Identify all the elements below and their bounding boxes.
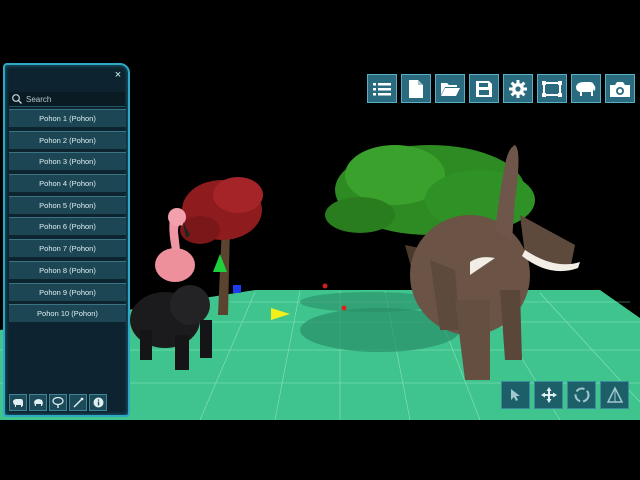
- list-item-pohon-6[interactable]: Pohon 6 (Pohon): [9, 217, 126, 237]
- fullscreen-icon[interactable]: [537, 74, 567, 103]
- list-item-pohon-1[interactable]: Pohon 1 (Pohon): [9, 109, 126, 128]
- wand-icon[interactable]: [69, 394, 87, 411]
- settings-icon[interactable]: [503, 74, 533, 103]
- object-list-panel: × Pohon 1 (Pohon) Pohon 2 (Pohon) Pohon …: [3, 63, 130, 417]
- scale-icon[interactable]: [600, 381, 629, 409]
- new-file-icon[interactable]: [401, 74, 431, 103]
- info-icon[interactable]: [89, 394, 107, 411]
- move-icon[interactable]: [534, 381, 563, 409]
- rotate-icon[interactable]: [567, 381, 596, 409]
- search-icon: [12, 94, 22, 104]
- select-cursor-icon[interactable]: [501, 381, 530, 409]
- list-item-pohon-9[interactable]: Pohon 9 (Pohon): [9, 282, 126, 302]
- save-icon[interactable]: [469, 74, 499, 103]
- list-item-pohon-5[interactable]: Pohon 5 (Pohon): [9, 195, 126, 215]
- list-item-pohon-4[interactable]: Pohon 4 (Pohon): [9, 174, 126, 194]
- main-toolbar: [367, 74, 635, 103]
- object-list: Pohon 1 (Pohon) Pohon 2 (Pohon) Pohon 3 …: [9, 109, 126, 326]
- search-bar[interactable]: [9, 92, 125, 107]
- panel-toolbar: [9, 394, 107, 411]
- animal-icon[interactable]: [571, 74, 601, 103]
- transform-mode-toolbar: [501, 381, 629, 409]
- open-folder-icon[interactable]: [435, 74, 465, 103]
- list-item-pohon-7[interactable]: Pohon 7 (Pohon): [9, 239, 126, 259]
- tree-icon[interactable]: [49, 394, 67, 411]
- list-item-pohon-3[interactable]: Pohon 3 (Pohon): [9, 152, 126, 172]
- animal-icon[interactable]: [29, 394, 47, 411]
- search-input[interactable]: [23, 94, 122, 104]
- close-icon[interactable]: ×: [112, 69, 124, 81]
- elephant-icon[interactable]: [9, 394, 27, 411]
- list-item-pohon-8[interactable]: Pohon 8 (Pohon): [9, 260, 126, 280]
- list-item-pohon-10[interactable]: Pohon 10 (Pohon): [9, 304, 126, 324]
- camera-icon[interactable]: [605, 74, 635, 103]
- list-item-pohon-2[interactable]: Pohon 2 (Pohon): [9, 130, 126, 150]
- list-icon[interactable]: [367, 74, 397, 103]
